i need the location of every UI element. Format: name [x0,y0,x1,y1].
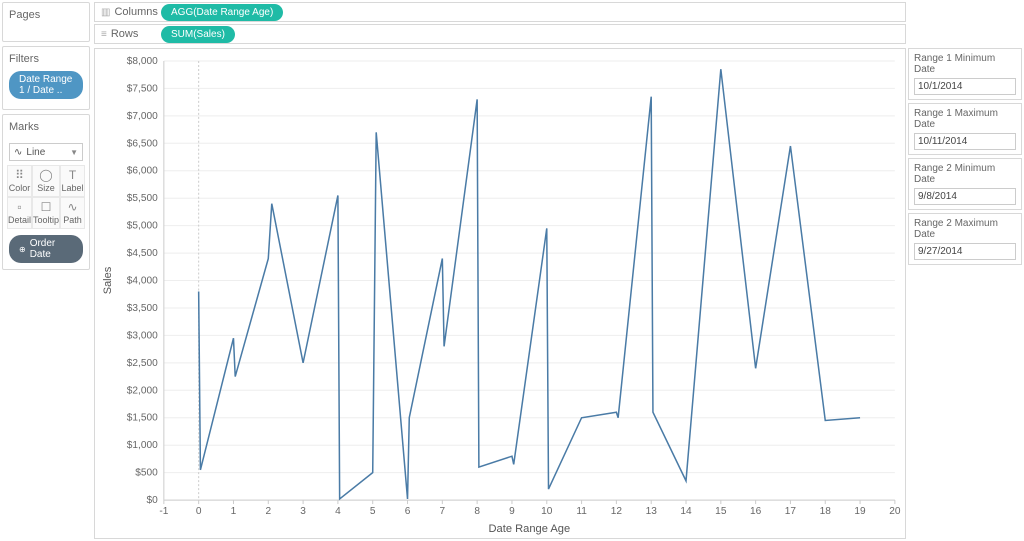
svg-text:13: 13 [646,506,658,517]
svg-text:14: 14 [680,506,692,517]
tooltip-icon: ☐ [41,201,52,213]
svg-text:Date Range Age: Date Range Age [489,523,571,535]
svg-text:$4,500: $4,500 [127,248,158,259]
chart-viz[interactable]: $0 $500 $1,000 $1,500 $2,000 $2,500 $3,000 $3,5… [94,48,906,539]
param-input[interactable]: 9/8/2014 [914,188,1016,205]
svg-text:18: 18 [820,506,832,517]
mark-type-select[interactable]: ∿Line ▼ [9,143,83,161]
svg-text:$7,500: $7,500 [127,83,158,94]
param-label: Range 1 Minimum Date [914,53,1016,75]
svg-text:$6,000: $6,000 [127,166,158,177]
param-card-3: Range 2 Maximum Date 9/27/2014 [908,213,1022,265]
mark-pill-order-date[interactable]: ⊕Order Date [9,235,83,263]
svg-text:$0: $0 [147,495,159,506]
svg-text:$1,500: $1,500 [127,413,158,424]
param-input[interactable]: 10/1/2014 [914,78,1016,95]
svg-text:17: 17 [785,506,797,517]
svg-text:$3,000: $3,000 [127,330,158,341]
marks-card: Marks ∿Line ▼ ⠿Color◯SizeTLabel▫Detail☐T… [2,114,90,270]
param-card-0: Range 1 Minimum Date 10/1/2014 [908,48,1022,100]
mark-btn-path[interactable]: ∿Path [60,197,85,229]
mark-btn-color[interactable]: ⠿Color [7,165,32,197]
svg-text:1: 1 [231,506,237,517]
svg-text:$8,000: $8,000 [127,56,158,67]
pages-shelf[interactable]: Pages [2,2,90,42]
svg-text:7: 7 [440,506,446,517]
svg-text:5: 5 [370,506,376,517]
svg-text:11: 11 [576,506,587,517]
svg-text:20: 20 [889,506,901,517]
param-input[interactable]: 10/11/2014 [914,133,1016,150]
columns-pill[interactable]: AGG(Date Range Age) [161,4,283,21]
columns-shelf[interactable]: ▥Columns AGG(Date Range Age) [94,2,906,22]
svg-text:$2,000: $2,000 [127,385,158,396]
svg-text:8: 8 [474,506,480,517]
columns-icon: ▥ [101,7,110,18]
mark-btn-size[interactable]: ◯Size [32,165,60,197]
svg-text:6: 6 [405,506,411,517]
param-card-1: Range 1 Maximum Date 10/11/2014 [908,103,1022,155]
svg-text:0: 0 [196,506,202,517]
svg-text:9: 9 [509,506,515,517]
svg-text:-1: -1 [159,506,168,517]
rows-pill[interactable]: SUM(Sales) [161,26,235,43]
pages-title: Pages [3,3,89,27]
rows-shelf[interactable]: ≡Rows SUM(Sales) [94,24,906,44]
svg-text:$5,500: $5,500 [127,193,158,204]
param-label: Range 2 Minimum Date [914,163,1016,185]
svg-text:3: 3 [300,506,306,517]
svg-text:Sales: Sales [102,266,114,294]
color-icon: ⠿ [15,169,24,181]
svg-text:15: 15 [715,506,727,517]
plus-icon: ⊕ [19,245,26,254]
svg-text:$7,000: $7,000 [127,111,158,122]
svg-text:$5,000: $5,000 [127,221,158,232]
param-input[interactable]: 9/27/2014 [914,243,1016,260]
svg-text:19: 19 [854,506,866,517]
param-label: Range 2 Maximum Date [914,218,1016,240]
label-icon: T [69,169,76,181]
detail-icon: ▫ [17,201,21,213]
svg-text:$1,000: $1,000 [127,440,158,451]
mark-btn-tooltip[interactable]: ☐Tooltip [32,197,60,229]
svg-text:$6,500: $6,500 [127,138,158,149]
size-icon: ◯ [39,169,52,181]
mark-btn-label[interactable]: TLabel [60,165,85,197]
svg-text:16: 16 [750,506,762,517]
param-card-2: Range 2 Minimum Date 9/8/2014 [908,158,1022,210]
filters-shelf[interactable]: Filters Date Range 1 / Date .. [2,46,90,110]
svg-text:$4,000: $4,000 [127,276,158,287]
svg-text:10: 10 [541,506,553,517]
svg-text:4: 4 [335,506,341,517]
line-icon: ∿ [14,147,22,158]
mark-btn-detail[interactable]: ▫Detail [7,197,32,229]
svg-text:$500: $500 [135,468,158,479]
chevron-down-icon: ▼ [70,148,78,157]
param-label: Range 1 Maximum Date [914,108,1016,130]
filters-title: Filters [3,47,89,71]
svg-text:$2,500: $2,500 [127,358,158,369]
data-line [199,69,860,499]
filter-pill[interactable]: Date Range 1 / Date .. [9,71,83,99]
marks-title: Marks [3,115,89,139]
path-icon: ∿ [67,201,77,213]
svg-text:2: 2 [265,506,271,517]
svg-text:$3,500: $3,500 [127,303,158,314]
rows-icon: ≡ [101,29,107,40]
svg-text:12: 12 [611,506,623,517]
